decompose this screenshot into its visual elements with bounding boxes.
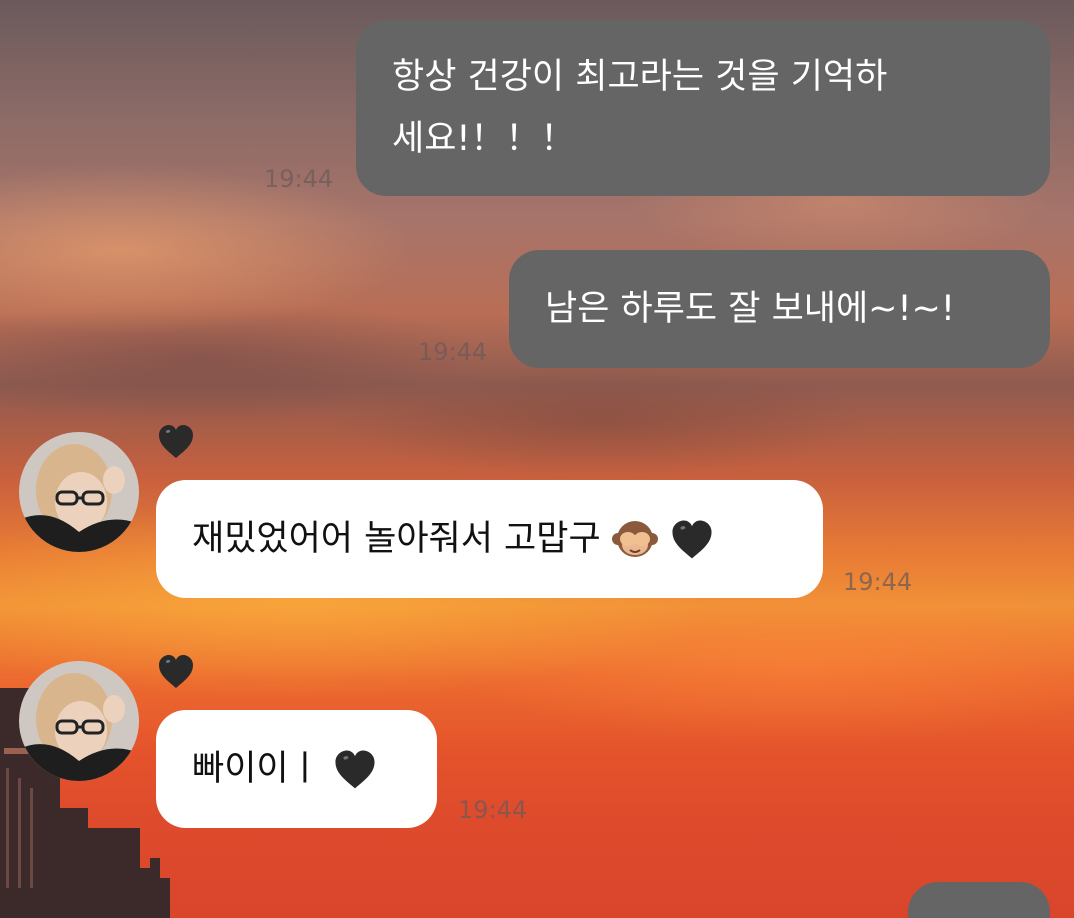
received-message-bubble[interactable]: 재밌었어어 놀아줘서 고맙구: [156, 480, 823, 598]
black-heart-icon: [335, 750, 375, 789]
sent-message-bubble[interactable]: 남은 하루도 잘 보내에~!~!: [509, 250, 1050, 368]
black-heart-icon: [672, 520, 712, 559]
sent-message-bubble[interactable]: 항상 건강이 최고라는 것을 기억하 세요!！！！: [356, 20, 1050, 196]
avatar[interactable]: [19, 661, 139, 781]
message-text: 재밌었어어 놀아줘서 고맙구: [192, 519, 601, 559]
black-heart-reaction-icon: [159, 425, 193, 458]
message-text-line: 항상 건강이 최고라는 것을 기억하: [392, 57, 888, 97]
message-timestamp: 19:44: [843, 568, 913, 596]
message-text-line: 세요!！！！: [392, 119, 576, 159]
message-text: 빠이이ㅣ: [192, 749, 321, 789]
message-timestamp: 19:44: [264, 165, 334, 193]
received-message-bubble[interactable]: 빠이이ㅣ: [156, 710, 437, 828]
message-text: 남은 하루도 잘 보내에~!~!: [545, 289, 955, 329]
see-no-evil-monkey-icon: [611, 521, 658, 557]
sent-message-bubble-partial[interactable]: [908, 882, 1050, 918]
message-timestamp: 19:44: [418, 338, 488, 366]
message-timestamp: 19:44: [458, 796, 528, 824]
black-heart-reaction-icon: [159, 655, 193, 688]
avatar[interactable]: [19, 432, 139, 552]
